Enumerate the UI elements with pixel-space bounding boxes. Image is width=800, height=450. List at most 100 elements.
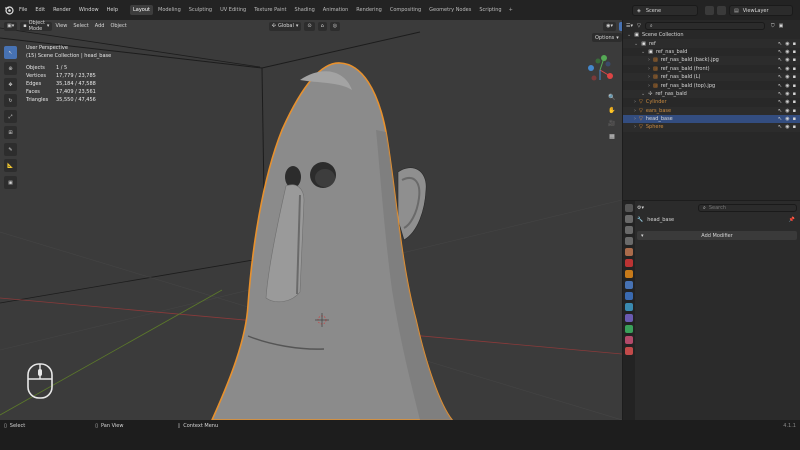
- outliner-item[interactable]: › ▨ ref_nas_bald (L) ↖ ◉ ▪: [623, 72, 800, 82]
- camera-icon[interactable]: ▪: [793, 74, 796, 80]
- expand-chevron-icon[interactable]: ⌄: [641, 49, 645, 55]
- select-box-tool-icon[interactable]: ↖: [4, 46, 17, 59]
- gizmo-toggle-icon[interactable]: ✥: [619, 21, 622, 31]
- navigation-gizmo[interactable]: [582, 52, 618, 88]
- camera-view-icon[interactable]: 🎥: [607, 118, 617, 128]
- measure-tool-icon[interactable]: 📐: [4, 159, 17, 172]
- add-cube-tool-icon[interactable]: ▣: [4, 176, 17, 189]
- tab-uv-editing[interactable]: UV Editing: [217, 5, 249, 15]
- eye-icon[interactable]: ◉: [785, 108, 789, 114]
- object-tab-icon[interactable]: [625, 270, 633, 278]
- outliner-item[interactable]: › ▽ ears_base ↖ ◉ ▪: [623, 106, 800, 115]
- eye-icon[interactable]: ◉: [785, 66, 789, 72]
- pan-hand-icon[interactable]: ✋: [607, 105, 617, 115]
- outliner-search-input[interactable]: ⌕: [644, 21, 765, 30]
- tab-layout[interactable]: Layout: [130, 5, 153, 15]
- select-arrow-icon[interactable]: ↖: [778, 83, 782, 89]
- menu-item-window[interactable]: Window: [79, 7, 99, 13]
- filter-icon[interactable]: ▽: [637, 23, 641, 29]
- viewport-menu-object[interactable]: Object: [110, 23, 126, 29]
- mode-selector[interactable]: ▪ Object Mode ▾: [20, 20, 53, 32]
- options-button[interactable]: Options ▾: [592, 33, 622, 42]
- material-tab-icon[interactable]: [625, 336, 633, 344]
- select-arrow-icon[interactable]: ↖: [778, 99, 782, 105]
- 3d-viewport[interactable]: ▣▾ ▪ Object Mode ▾ View Select Add Object ✣…: [0, 20, 622, 420]
- view-layer-selector[interactable]: ▤ ViewLayer: [729, 5, 793, 16]
- camera-icon[interactable]: ▪: [793, 116, 796, 122]
- outliner-item[interactable]: ⌄ ▣ Scene Collection: [623, 31, 800, 39]
- select-arrow-icon[interactable]: ↖: [778, 57, 782, 63]
- visibility-icon[interactable]: ◉▾: [603, 21, 617, 31]
- tab-modeling[interactable]: Modeling: [155, 5, 184, 15]
- tab-texture-paint[interactable]: Texture Paint: [251, 5, 289, 15]
- texture-tab-icon[interactable]: [625, 347, 633, 355]
- expand-chevron-icon[interactable]: ›: [648, 83, 650, 89]
- menu-item-file[interactable]: File: [19, 7, 27, 13]
- tab-rendering[interactable]: Rendering: [353, 5, 385, 15]
- tool-tab-icon[interactable]: [625, 204, 633, 212]
- properties-search-input[interactable]: ⌕ Search: [698, 203, 797, 212]
- proportional-edit-icon[interactable]: ◎: [329, 21, 341, 31]
- tab-shading[interactable]: Shading: [291, 5, 317, 15]
- camera-icon[interactable]: ▪: [793, 83, 796, 89]
- outliner-item[interactable]: › ▽ Sphere ↖ ◉ ▪: [623, 123, 800, 132]
- object-name[interactable]: head_base: [647, 217, 674, 223]
- expand-chevron-icon[interactable]: ›: [648, 66, 650, 72]
- view-layer-tab-icon[interactable]: [625, 237, 633, 245]
- tab-compositing[interactable]: Compositing: [387, 5, 424, 15]
- camera-icon[interactable]: ▪: [793, 49, 796, 55]
- scene-selector[interactable]: ◈ Scene: [632, 5, 698, 16]
- viewport-menu-select[interactable]: Select: [73, 23, 88, 29]
- expand-chevron-icon[interactable]: ⌄: [627, 32, 631, 38]
- camera-icon[interactable]: ▪: [793, 108, 796, 114]
- outliner-item[interactable]: › ▨ ref_nas_bald (back).jpg ↖ ◉ ▪: [623, 56, 800, 65]
- zoom-icon[interactable]: 🔍: [607, 92, 617, 102]
- outliner-editor-icon[interactable]: ☰▾: [626, 23, 633, 29]
- blender-logo-icon[interactable]: [4, 5, 14, 15]
- expand-chevron-icon[interactable]: ›: [634, 108, 636, 114]
- select-arrow-icon[interactable]: ↖: [778, 41, 782, 47]
- eye-icon[interactable]: ◉: [785, 116, 789, 122]
- delete-scene-icon[interactable]: [717, 6, 726, 15]
- move-tool-icon[interactable]: ✥: [4, 78, 17, 91]
- add-workspace-icon[interactable]: +: [509, 7, 513, 13]
- tab-geometry-nodes[interactable]: Geometry Nodes: [426, 5, 474, 15]
- transform-tool-icon[interactable]: ⊞: [4, 126, 17, 139]
- outliner-item[interactable]: › ▨ ref_nas_bald (top).jpg ↖ ◉ ▪: [623, 81, 800, 89]
- eye-icon[interactable]: ◉: [785, 91, 789, 97]
- expand-chevron-icon[interactable]: ›: [648, 74, 650, 80]
- modifier-tab-icon[interactable]: [625, 281, 633, 289]
- expand-chevron-icon[interactable]: ›: [634, 99, 636, 105]
- camera-icon[interactable]: ▪: [793, 99, 796, 105]
- new-scene-icon[interactable]: [705, 6, 714, 15]
- output-tab-icon[interactable]: [625, 226, 633, 234]
- camera-icon[interactable]: ▪: [793, 91, 796, 97]
- expand-chevron-icon[interactable]: ›: [634, 124, 636, 130]
- camera-icon[interactable]: ▪: [793, 57, 796, 63]
- select-arrow-icon[interactable]: ↖: [778, 74, 782, 80]
- editor-type-button[interactable]: ▣▾: [4, 21, 18, 31]
- expand-chevron-icon[interactable]: ⌄: [641, 91, 645, 97]
- scale-tool-icon[interactable]: ⤢: [4, 110, 17, 123]
- menu-item-render[interactable]: Render: [53, 7, 71, 13]
- eye-icon[interactable]: ◉: [785, 83, 789, 89]
- tab-scripting[interactable]: Scripting: [476, 5, 504, 15]
- select-arrow-icon[interactable]: ↖: [778, 91, 782, 97]
- tab-sculpting[interactable]: Sculpting: [186, 5, 215, 15]
- viewport-menu-view[interactable]: View: [55, 23, 67, 29]
- outliner-item[interactable]: ⌄ ▣ ref ↖ ◉ ▪: [623, 39, 800, 48]
- properties-editor-icon[interactable]: ⚙▾: [637, 205, 644, 211]
- eye-icon[interactable]: ◉: [785, 74, 789, 80]
- pivot-point-icon[interactable]: ⊙: [304, 21, 315, 31]
- cursor-tool-icon[interactable]: ⊕: [4, 62, 17, 75]
- render-tab-icon[interactable]: [625, 215, 633, 223]
- new-collection-icon[interactable]: ▣: [779, 23, 784, 29]
- pin-icon[interactable]: 📌: [789, 217, 795, 223]
- particles-tab-icon[interactable]: [625, 292, 633, 300]
- data-tab-icon[interactable]: [625, 325, 633, 333]
- camera-icon[interactable]: ▪: [793, 41, 796, 47]
- eye-icon[interactable]: ◉: [785, 57, 789, 63]
- scene-tab-icon[interactable]: [625, 248, 633, 256]
- menu-item-help[interactable]: Help: [107, 7, 118, 13]
- expand-chevron-icon[interactable]: ›: [648, 57, 650, 63]
